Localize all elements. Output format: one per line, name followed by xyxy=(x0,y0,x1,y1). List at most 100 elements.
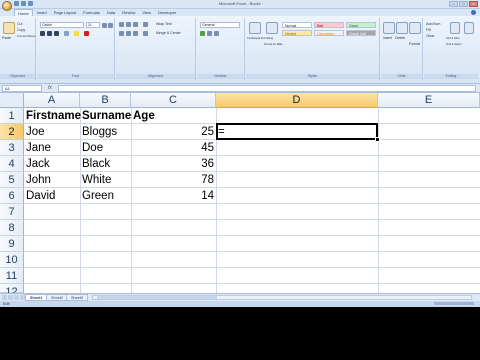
format-as-table-button[interactable]: Format as Table xyxy=(264,42,283,47)
office-button-icon[interactable] xyxy=(2,1,12,11)
name-box[interactable]: A1 xyxy=(2,85,42,92)
fill-color-icon[interactable] xyxy=(74,31,79,36)
cell-a6[interactable]: David xyxy=(24,188,80,204)
shrink-font-icon[interactable] xyxy=(108,23,113,28)
paste-button[interactable]: Paste xyxy=(2,36,11,41)
copy-button[interactable]: Copy xyxy=(17,28,25,33)
format-as-table-icon[interactable] xyxy=(266,22,278,34)
number-format-select[interactable]: General xyxy=(200,22,240,28)
conditional-formatting-button[interactable]: Conditional Formatting xyxy=(247,36,273,41)
align-right-icon[interactable] xyxy=(133,31,138,36)
tab-review[interactable]: Review xyxy=(119,9,138,16)
style-good[interactable]: Good xyxy=(346,22,376,28)
delete-cells-button[interactable]: Delete xyxy=(395,36,405,41)
insert-function-icon[interactable]: fx xyxy=(48,85,52,92)
font-size-select[interactable]: 11 xyxy=(86,22,100,28)
format-cells-icon[interactable] xyxy=(409,22,421,34)
font-name-select[interactable]: Calibri xyxy=(40,22,84,28)
help-icon[interactable] xyxy=(471,10,476,15)
align-middle-icon[interactable] xyxy=(126,22,131,27)
row-header-4[interactable]: 4 xyxy=(0,156,24,172)
cell-c3[interactable]: 45 xyxy=(131,140,216,156)
sort-filter-icon[interactable] xyxy=(450,22,460,34)
orientation-icon[interactable] xyxy=(143,22,148,27)
sheet-tab-2[interactable]: Sheet2 xyxy=(46,294,69,301)
column-header-a[interactable]: A xyxy=(24,93,80,108)
cell-a5[interactable]: John xyxy=(24,172,80,188)
autosum-button[interactable]: AutoSum xyxy=(426,22,440,27)
tab-insert[interactable]: Insert xyxy=(34,9,50,16)
next-sheet-icon[interactable] xyxy=(14,295,19,300)
column-header-b[interactable]: B xyxy=(80,93,131,108)
find-select-icon[interactable] xyxy=(464,22,474,34)
fill-button[interactable]: Fill xyxy=(426,28,430,33)
row-header-3[interactable]: 3 xyxy=(0,140,24,156)
format-cells-button[interactable]: Format xyxy=(409,42,420,47)
percent-icon[interactable] xyxy=(207,31,212,36)
tab-formulas[interactable]: Formulas xyxy=(80,9,103,16)
column-header-c[interactable]: C xyxy=(131,93,216,108)
sort-filter-button[interactable]: Sort & Filter xyxy=(446,36,460,41)
align-bottom-icon[interactable] xyxy=(133,22,138,27)
maximize-button[interactable]: □ xyxy=(459,1,468,7)
grow-font-icon[interactable] xyxy=(102,23,107,28)
cell-b1[interactable]: Surname xyxy=(80,108,131,124)
italic-icon[interactable] xyxy=(47,31,52,36)
cell-b4[interactable]: Black xyxy=(80,156,131,172)
style-calculation[interactable]: Calculation xyxy=(314,30,344,36)
row-header-2[interactable]: 2 xyxy=(0,124,24,140)
insert-cells-button[interactable]: Insert xyxy=(383,36,392,41)
row-header-9[interactable]: 9 xyxy=(0,236,24,252)
row-header-5[interactable]: 5 xyxy=(0,172,24,188)
worksheet-grid[interactable]: A B C D E 1 2 3 4 5 6 7 8 9 10 11 12 Fir… xyxy=(0,93,480,298)
clear-button[interactable]: Clear xyxy=(426,34,434,39)
currency-icon[interactable] xyxy=(200,31,205,36)
cell-c2[interactable]: 25 xyxy=(131,124,216,140)
row-header-11[interactable]: 11 xyxy=(0,268,24,284)
scroll-thumb[interactable] xyxy=(97,296,217,299)
find-select-button[interactable]: Find & Select xyxy=(446,42,461,47)
style-normal[interactable]: Normal xyxy=(282,22,312,28)
borders-icon[interactable] xyxy=(64,31,69,36)
cell-b6[interactable]: Green xyxy=(80,188,131,204)
indent-icon[interactable] xyxy=(143,31,148,36)
row-header-10[interactable]: 10 xyxy=(0,252,24,268)
prev-sheet-icon[interactable] xyxy=(8,295,13,300)
font-color-icon[interactable] xyxy=(84,31,89,36)
cell-a2[interactable]: Joe xyxy=(24,124,80,140)
select-all-corner[interactable] xyxy=(0,93,24,108)
cut-button[interactable]: Cut xyxy=(17,22,22,27)
style-check-cell[interactable]: Check Cell xyxy=(346,30,376,36)
style-neutral[interactable]: Neutral xyxy=(282,30,312,36)
zoom-slider[interactable] xyxy=(434,302,474,305)
tab-developer[interactable]: Developer xyxy=(155,9,179,16)
row-header-1[interactable]: 1 xyxy=(0,108,24,124)
paste-icon[interactable] xyxy=(3,22,15,34)
row-header-12[interactable]: 12 xyxy=(0,284,24,298)
tab-page-layout[interactable]: Page Layout xyxy=(51,9,79,16)
underline-icon[interactable] xyxy=(54,31,59,36)
cell-a4[interactable]: Jack xyxy=(24,156,80,172)
column-header-e[interactable]: E xyxy=(378,93,480,108)
cell-b3[interactable]: Doe xyxy=(80,140,131,156)
bold-icon[interactable] xyxy=(40,31,45,36)
column-header-d[interactable]: D xyxy=(216,93,378,108)
cell-b5[interactable]: White xyxy=(80,172,131,188)
style-bad[interactable]: Bad xyxy=(314,22,344,28)
sheet-tab-3[interactable]: Sheet3 xyxy=(66,294,89,301)
horizontal-scrollbar[interactable] xyxy=(92,295,472,300)
cell-a1[interactable]: Firstname xyxy=(24,108,81,124)
insert-cells-icon[interactable] xyxy=(383,22,395,34)
tab-home[interactable]: Home xyxy=(14,9,33,16)
fill-handle[interactable] xyxy=(375,137,380,142)
row-header-8[interactable]: 8 xyxy=(0,220,24,236)
align-top-icon[interactable] xyxy=(119,22,124,27)
align-center-icon[interactable] xyxy=(126,31,131,36)
cell-c1[interactable]: Age xyxy=(131,108,216,124)
row-header-7[interactable]: 7 xyxy=(0,204,24,220)
cell-c6[interactable]: 14 xyxy=(131,188,216,204)
sheet-tab-1[interactable]: Sheet1 xyxy=(25,294,48,301)
delete-cells-icon[interactable] xyxy=(396,22,408,34)
first-sheet-icon[interactable] xyxy=(2,295,7,300)
align-left-icon[interactable] xyxy=(119,31,124,36)
